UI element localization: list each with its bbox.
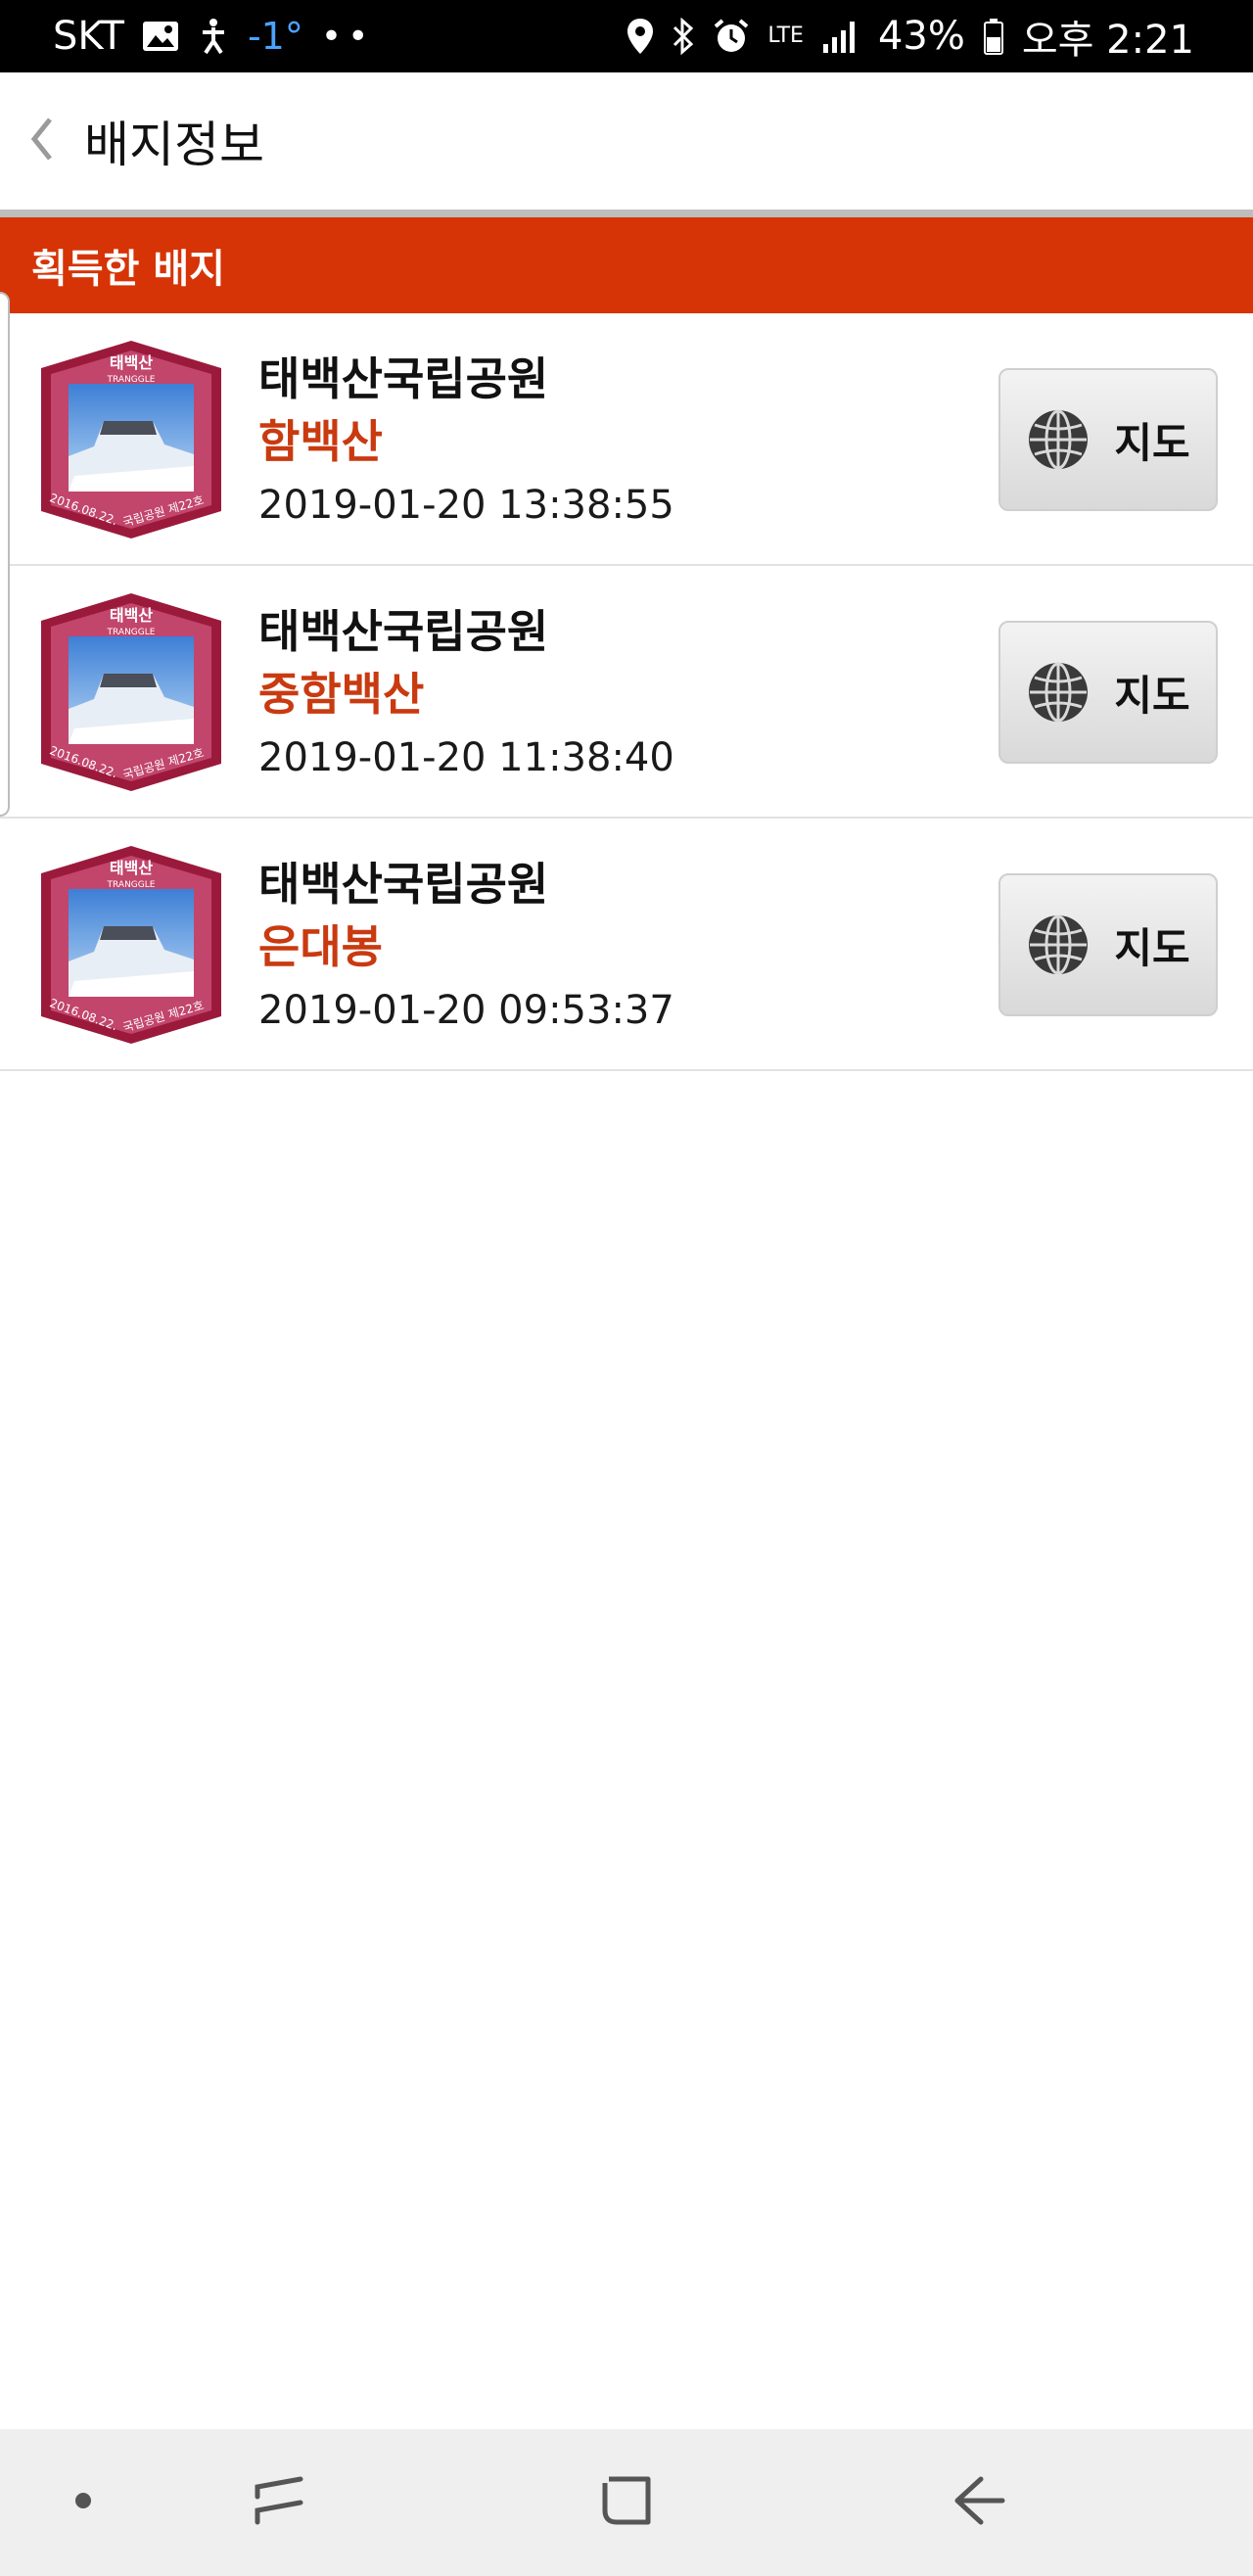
section-header: 획득한 배지 bbox=[0, 217, 1253, 313]
peak-name: 은대봉 bbox=[258, 920, 383, 973]
battery-percent: 43% bbox=[877, 14, 965, 59]
accessibility-icon bbox=[197, 18, 230, 55]
badge-emblem: 태백산 TRANGGLE 2016.08.22. 국립공원 제22호 bbox=[35, 339, 227, 540]
section-title: 획득한 배지 bbox=[31, 247, 225, 292]
badge-top-text: 태백산 bbox=[110, 353, 153, 372]
navigation-bar bbox=[0, 2429, 1253, 2576]
system-back-button[interactable] bbox=[925, 2429, 1033, 2576]
peak-name: 함백산 bbox=[258, 415, 383, 468]
bluetooth-icon bbox=[672, 18, 695, 55]
park-name: 태백산국립공원 bbox=[258, 858, 549, 911]
badge-list-item[interactable]: 태백산 TRANGGLE 2016.08.22. 국립공원 제22호 태백산국립… bbox=[0, 566, 1253, 819]
badge-info: 태백산국립공원 함백산 2019-01-20 13:38:55 bbox=[258, 349, 674, 537]
status-bar-right: LTE 43% 오후 2:21 bbox=[626, 8, 1194, 65]
location-icon bbox=[626, 18, 654, 55]
home-button[interactable] bbox=[573, 2429, 680, 2576]
badge-info: 태백산국립공원 중함백산 2019-01-20 11:38:40 bbox=[258, 601, 674, 789]
back-button[interactable] bbox=[12, 92, 70, 190]
peak-name: 중함백산 bbox=[258, 668, 425, 721]
recent-apps-button[interactable] bbox=[225, 2429, 333, 2576]
network-type-label: LTE bbox=[767, 23, 804, 48]
recent-apps-icon bbox=[252, 2473, 306, 2532]
dot-icon bbox=[73, 2491, 93, 2514]
edge-panel-handle[interactable] bbox=[0, 292, 10, 817]
alarm-icon bbox=[713, 18, 750, 55]
carrier-label: SKT bbox=[53, 14, 124, 59]
globe-icon bbox=[1026, 660, 1091, 725]
badge-list-item[interactable]: 태백산 TRANGGLE 2016.08.22. 국립공원 제22호 태백산국립… bbox=[0, 819, 1253, 1071]
acquired-timestamp: 2019-01-20 09:53:37 bbox=[258, 988, 674, 1033]
notification-dots: •• bbox=[320, 16, 375, 57]
globe-icon bbox=[1026, 913, 1091, 977]
home-icon bbox=[599, 2473, 654, 2532]
acquired-timestamp: 2019-01-20 13:38:55 bbox=[258, 483, 674, 528]
battery-icon bbox=[983, 18, 1004, 55]
badge-emblem: 태백산 TRANGGLE 2016.08.22. 국립공원 제22호 bbox=[35, 591, 227, 793]
badge-brand-text: TRANGGLE bbox=[107, 628, 156, 637]
badge-top-text: 태백산 bbox=[110, 859, 153, 877]
map-button[interactable]: 지도 bbox=[998, 873, 1218, 1016]
badge-info: 태백산국립공원 은대봉 2019-01-20 09:53:37 bbox=[258, 854, 674, 1042]
chevron-left-icon bbox=[28, 117, 54, 165]
page-title: 배지정보 bbox=[84, 117, 264, 173]
map-button-label: 지도 bbox=[1114, 671, 1190, 720]
map-button[interactable]: 지도 bbox=[998, 368, 1218, 511]
badge-brand-text: TRANGGLE bbox=[107, 375, 156, 385]
map-button-label: 지도 bbox=[1114, 418, 1190, 467]
signal-icon bbox=[821, 19, 860, 54]
gallery-icon bbox=[142, 20, 179, 53]
globe-icon bbox=[1026, 407, 1091, 472]
clock: 오후 2:21 bbox=[1021, 18, 1194, 63]
nav-dot-button[interactable] bbox=[39, 2429, 127, 2576]
badge-brand-text: TRANGGLE bbox=[107, 880, 156, 890]
park-name: 태백산국립공원 bbox=[258, 352, 549, 405]
temperature-label: -1° bbox=[247, 15, 303, 58]
badge-list-item[interactable]: 태백산 TRANGGLE 2016.08.22. 국립공원 제22호 태백산국립… bbox=[0, 313, 1253, 566]
map-button[interactable]: 지도 bbox=[998, 621, 1218, 764]
map-button-label: 지도 bbox=[1114, 923, 1190, 972]
badge-list: 태백산 TRANGGLE 2016.08.22. 국립공원 제22호 태백산국립… bbox=[0, 313, 1253, 1071]
badge-top-text: 태백산 bbox=[110, 606, 153, 625]
back-arrow-icon bbox=[951, 2473, 1006, 2532]
acquired-timestamp: 2019-01-20 11:38:40 bbox=[258, 735, 674, 780]
status-bar: SKT -1° •• LTE 43% 오후 2:21 bbox=[0, 0, 1253, 72]
app-bar-divider bbox=[0, 210, 1253, 217]
status-bar-left: SKT -1° •• bbox=[53, 14, 374, 59]
app-bar: 배지정보 bbox=[0, 72, 1253, 210]
badge-emblem: 태백산 TRANGGLE 2016.08.22. 국립공원 제22호 bbox=[35, 844, 227, 1046]
park-name: 태백산국립공원 bbox=[258, 605, 549, 658]
